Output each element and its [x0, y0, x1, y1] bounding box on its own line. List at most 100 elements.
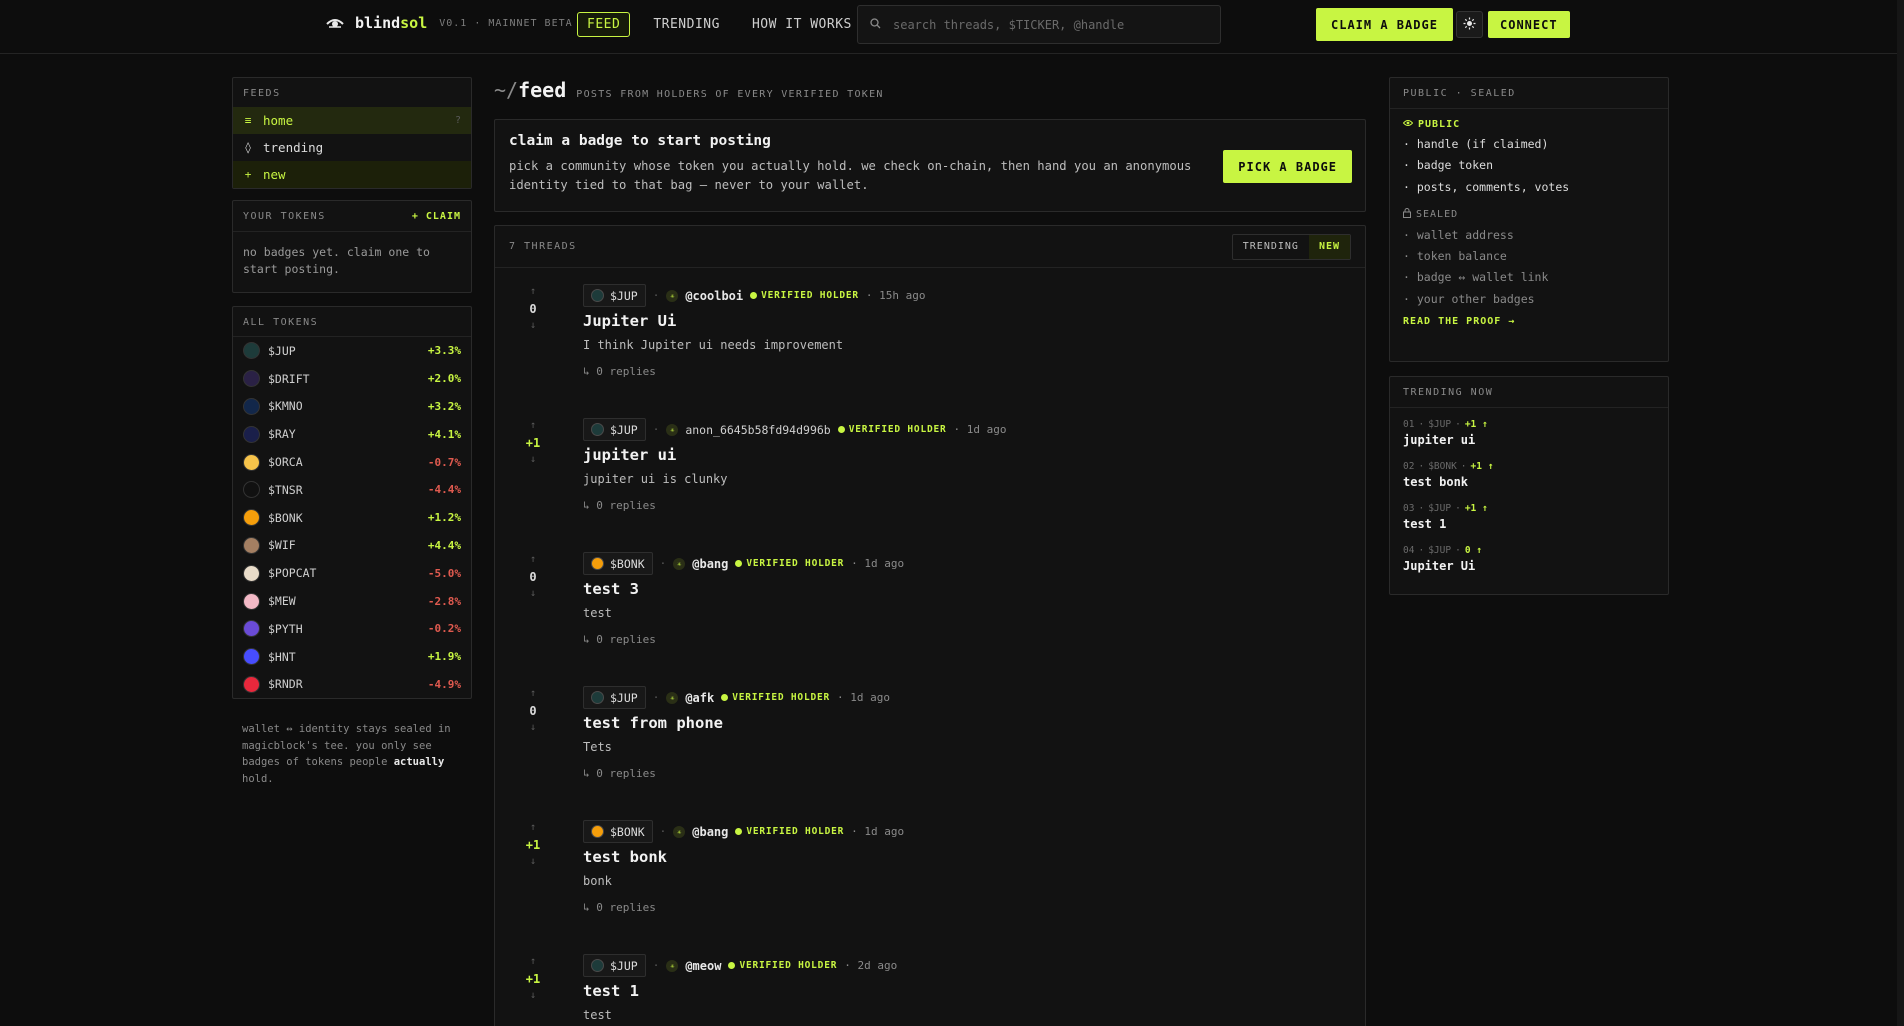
claim-badge-button[interactable]: CLAIM A BADGE [1316, 8, 1453, 41]
upvote-icon[interactable]: ↑ [521, 822, 545, 834]
author-handle[interactable]: @coolboi [685, 289, 743, 303]
token-row[interactable]: $DRIFT +2.0% [233, 365, 471, 393]
thread-list: ↑ 0 ↓ $JUP · ✳ @coolboi VERIFIED HOLDER · 15h ag… [495, 268, 1365, 1026]
token-row[interactable]: $TNSR -4.4% [233, 476, 471, 504]
thread-item[interactable]: ↑ +1 ↓ $JUP · ✳ anon_6645b58fd94d996b VERIFIED … [495, 402, 1365, 536]
theme-toggle-button[interactable] [1456, 11, 1483, 38]
token-row[interactable]: $POPCAT -5.0% [233, 559, 471, 587]
read-proof-link[interactable]: READ THE PROOF → [1403, 316, 1655, 327]
upvote-icon[interactable]: ↑ [521, 286, 545, 298]
thread-item[interactable]: ↑ +1 ↓ $JUP · ✳ @meow VERIFIED HOLDER · 2d ago te… [495, 938, 1365, 1026]
sort-trending[interactable]: TRENDING [1233, 235, 1309, 259]
token-row[interactable]: $WIF +4.4% [233, 532, 471, 560]
verified-holder-badge: VERIFIED HOLDER [750, 290, 859, 301]
privacy-panel: PUBLIC · SEALED PUBLIC · handle (if clai… [1389, 77, 1669, 362]
brand-logo[interactable]: blindsol V0.1 · MAINNET BETA [325, 13, 573, 33]
token-badge[interactable]: $JUP [583, 954, 646, 977]
token-name: $KMNO [268, 399, 303, 414]
sealed-item: · token balance [1403, 249, 1507, 264]
token-badge[interactable]: $JUP [583, 284, 646, 307]
nav-how-it-works[interactable]: HOW IT WORKS [743, 12, 861, 37]
sealed-label: SEALED [1403, 207, 1655, 221]
token-row[interactable]: $RNDR -4.9% [233, 671, 471, 699]
author-handle[interactable]: @afk [685, 691, 714, 705]
replies-link[interactable]: ↳ 0 replies [583, 901, 656, 914]
thread-title[interactable]: Jupiter Ui [583, 312, 676, 330]
token-row[interactable]: $KMNO +3.2% [233, 393, 471, 421]
author-handle[interactable]: @meow [685, 959, 721, 973]
token-row[interactable]: $MEW -2.8% [233, 587, 471, 615]
token-row[interactable]: $PYTH -0.2% [233, 615, 471, 643]
avatar: ✳ [673, 825, 686, 838]
token-logo-icon [243, 675, 260, 693]
feed-trending[interactable]: ◊ trending [233, 134, 471, 161]
thread-title[interactable]: jupiter ui [583, 446, 676, 464]
feed-new[interactable]: + new [233, 161, 471, 188]
thread-item[interactable]: ↑ 0 ↓ $JUP · ✳ @afk VERIFIED HOLDER · 1d ago test… [495, 670, 1365, 804]
token-logo-icon [243, 370, 260, 388]
thread-item[interactable]: ↑ +1 ↓ $BONK · ✳ @bang VERIFIED HOLDER · 1d ago t… [495, 804, 1365, 938]
token-row[interactable]: $BONK +1.2% [233, 504, 471, 532]
token-logo-icon [591, 825, 604, 838]
downvote-icon[interactable]: ↓ [521, 990, 545, 1002]
eye-icon [1402, 119, 1414, 130]
thread-title[interactable]: test 1 [583, 982, 639, 1000]
replies-link[interactable]: ↳ 0 replies [583, 633, 656, 646]
token-badge[interactable]: $BONK [583, 820, 653, 843]
vote-score: 0 [529, 302, 537, 316]
avatar: ✳ [666, 959, 679, 972]
trending-item[interactable]: 01 · $JUP · +1 ↑ jupiter ui [1403, 419, 1655, 461]
thread-title[interactable]: test from phone [583, 714, 723, 732]
search-input[interactable] [893, 17, 1193, 32]
downvote-icon[interactable]: ↓ [521, 722, 545, 734]
trending-item[interactable]: 04 · $JUP · 0 ↑ Jupiter Ui [1403, 545, 1655, 587]
page-scrollbar[interactable] [1897, 0, 1904, 1026]
claim-token-link[interactable]: + CLAIM [412, 211, 461, 222]
token-row[interactable]: $HNT +1.9% [233, 643, 471, 671]
token-logo-icon [243, 620, 260, 638]
your-tokens-title: YOUR TOKENS [243, 211, 326, 222]
trending-item[interactable]: 03 · $JUP · +1 ↑ test 1 [1403, 503, 1655, 545]
page-title: ~/feed POSTS FROM HOLDERS OF EVERY VERIF… [494, 78, 884, 102]
upvote-icon[interactable]: ↑ [521, 554, 545, 566]
token-badge[interactable]: $JUP [583, 418, 646, 441]
downvote-icon[interactable]: ↓ [521, 454, 545, 466]
token-row[interactable]: $JUP +3.3% [233, 337, 471, 365]
upvote-icon[interactable]: ↑ [521, 956, 545, 968]
replies-link[interactable]: ↳ 0 replies [583, 365, 656, 378]
thread-title[interactable]: test bonk [583, 848, 667, 866]
vote-control: ↑ 0 ↓ [521, 286, 545, 332]
brand-name: blindsol [355, 14, 428, 32]
author-handle[interactable]: anon_6645b58fd94d996b [685, 423, 830, 437]
downvote-icon[interactable]: ↓ [521, 320, 545, 332]
verified-holder-badge: VERIFIED HOLDER [728, 960, 837, 971]
connect-wallet-button[interactable]: CONNECT [1488, 11, 1570, 38]
upvote-icon[interactable]: ↑ [521, 420, 545, 432]
author-handle[interactable]: @bang [692, 825, 728, 839]
trending-item[interactable]: 02 · $BONK · +1 ↑ test bonk [1403, 461, 1655, 503]
token-change: -2.8% [427, 594, 461, 608]
public-item: · posts, comments, votes [1403, 179, 1570, 194]
thread-title[interactable]: test 3 [583, 580, 639, 598]
downvote-icon[interactable]: ↓ [521, 856, 545, 868]
token-row[interactable]: $RAY +4.1% [233, 420, 471, 448]
downvote-icon[interactable]: ↓ [521, 588, 545, 600]
author-handle[interactable]: @bang [692, 557, 728, 571]
post-time: · 15h ago [865, 289, 926, 302]
replies-link[interactable]: ↳ 0 replies [583, 499, 656, 512]
privacy-title: PUBLIC · SEALED [1390, 78, 1668, 109]
pick-badge-button[interactable]: PICK A BADGE [1223, 150, 1352, 183]
token-badge[interactable]: $JUP [583, 686, 646, 709]
thread-item[interactable]: ↑ 0 ↓ $JUP · ✳ @coolboi VERIFIED HOLDER · 15h ag… [495, 268, 1365, 402]
replies-link[interactable]: ↳ 0 replies [583, 767, 656, 780]
token-row[interactable]: $ORCA -0.7% [233, 448, 471, 476]
upvote-icon[interactable]: ↑ [521, 688, 545, 700]
thread-item[interactable]: ↑ 0 ↓ $BONK · ✳ @bang VERIFIED HOLDER · 1d ago te… [495, 536, 1365, 670]
token-logo-icon [591, 691, 604, 704]
sort-new[interactable]: NEW [1308, 234, 1350, 259]
nav-trending[interactable]: TRENDING [644, 12, 729, 37]
token-badge[interactable]: $BONK [583, 552, 653, 575]
token-logo-icon [243, 509, 260, 527]
nav-feed[interactable]: FEED [577, 12, 631, 37]
feed-home[interactable]: ≡ home ? [233, 107, 471, 134]
